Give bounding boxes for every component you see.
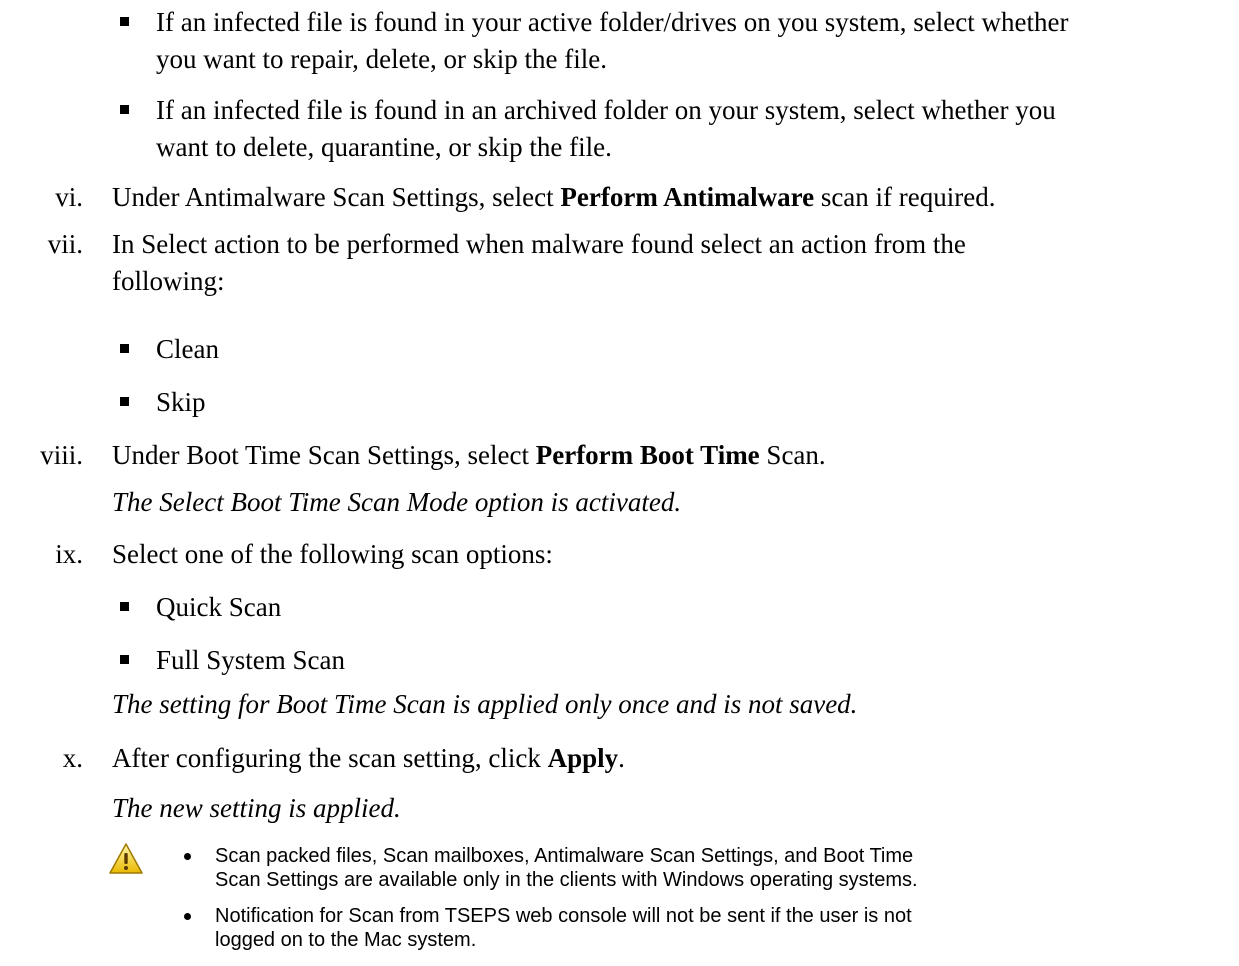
bullet-text-cont: you want to repair, delete, or skip the …: [156, 44, 608, 74]
bullet-text-cont: want to delete, quarantine, or skip the …: [156, 132, 612, 162]
note-text: Scan packed files, Scan mailboxes, Antim…: [215, 845, 914, 867]
option-item: Skip: [156, 387, 206, 417]
note-bullet: [184, 853, 191, 860]
step-number: vii.: [47, 229, 83, 259]
bullet-mark: [120, 397, 129, 406]
note-bullet: [184, 913, 191, 920]
step-text-cont: following:: [112, 266, 225, 296]
step-number: vi.: [55, 182, 83, 212]
option-item: Clean: [156, 334, 219, 364]
bullet-mark: [120, 105, 129, 114]
step-number: ix.: [55, 539, 83, 569]
step-text: Select one of the following scan options…: [112, 539, 553, 569]
step-number: viii.: [40, 440, 83, 470]
warning-icon: [108, 842, 144, 876]
step-text: After configuring the scan setting, clic…: [112, 743, 625, 773]
bullet-mark: [120, 344, 129, 353]
step-text: Under Antimalware Scan Settings, select …: [112, 182, 996, 212]
bullet-text: If an infected file is found in an archi…: [156, 95, 1056, 125]
option-item: Full System Scan: [156, 645, 346, 675]
step-text: In Select action to be performed when ma…: [112, 229, 966, 259]
bullet-text: If an infected file is found in your act…: [156, 7, 1069, 37]
note-text-cont: Scan Settings are available only in the …: [215, 869, 918, 891]
step-note: The setting for Boot Time Scan is applie…: [112, 689, 858, 719]
note-text: Notification for Scan from TSEPS web con…: [215, 905, 912, 927]
step-text: Under Boot Time Scan Settings, select Pe…: [112, 440, 826, 470]
note-text-cont: logged on to the Mac system.: [215, 929, 477, 951]
bullet-mark: [120, 17, 129, 26]
step-note: The new setting is applied.: [112, 793, 401, 823]
bullet-mark: [120, 655, 129, 664]
step-note: The Select Boot Time Scan Mode option is…: [112, 487, 682, 517]
step-number: x.: [62, 743, 83, 773]
option-item: Quick Scan: [156, 592, 282, 622]
bullet-mark: [120, 602, 129, 611]
